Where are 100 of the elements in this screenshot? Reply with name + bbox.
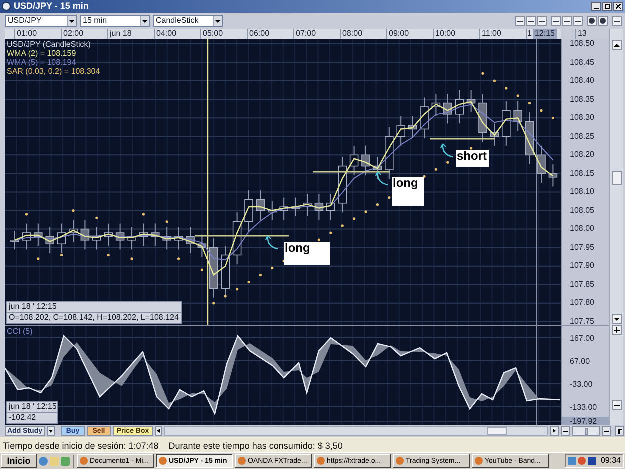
price-label: 108.10: [570, 188, 594, 196]
candle: [420, 97, 429, 139]
cci-axis-label: -33.00: [569, 380, 594, 390]
candle: [244, 190, 254, 232]
candle: [466, 90, 476, 114]
window-title: USD/JPY - 15 min: [14, 2, 89, 11]
candle: [46, 226, 54, 254]
restore-icon[interactable]: [602, 2, 612, 11]
candle: [396, 116, 406, 146]
status-text: Durante este tiempo has consumido: $ 3,50: [168, 442, 343, 451]
interval-select[interactable]: 15 min: [80, 15, 150, 27]
annotation-label: long: [284, 242, 330, 265]
candle: [92, 226, 102, 250]
candle: [385, 126, 394, 180]
cursor-value-label: -197.92: [562, 417, 609, 425]
dropdown-caret-icon: [69, 20, 75, 22]
ohlc-values: O=108.202, C=108.142, H=108.202, L=108.124: [7, 312, 181, 323]
price-label: 108.00: [570, 225, 594, 234]
curved-arrow-icon: [440, 143, 454, 159]
minimize-icon[interactable]: [591, 2, 601, 11]
annotation-label: long: [392, 177, 424, 206]
circle-icon[interactable]: [598, 16, 608, 26]
candle: [128, 226, 136, 250]
dropdown-caret-icon[interactable]: [47, 426, 55, 436]
cci-value: -102.42: [7, 412, 57, 423]
candle: [198, 234, 207, 258]
zoom-out-icon[interactable]: [561, 426, 570, 436]
legend-text: USD/JPY (CandleStick): [7, 41, 92, 49]
price-label: 108.50: [570, 40, 594, 48]
scroll-thumb[interactable]: [612, 171, 622, 185]
app-icon: [317, 457, 325, 465]
candle: [280, 197, 288, 221]
candle: [151, 223, 160, 246]
candle: [373, 156, 382, 180]
price-label: 107.90: [570, 262, 594, 270]
candle: [57, 223, 66, 254]
candle: [432, 94, 441, 117]
close-icon[interactable]: [613, 2, 623, 11]
zoom-out-icon[interactable]: [612, 400, 622, 410]
price-label: 108.15: [570, 170, 594, 178]
candle: [514, 100, 522, 132]
candle: [10, 230, 20, 250]
candle: [350, 145, 359, 176]
candle: [362, 145, 370, 176]
app-icon: [396, 457, 404, 465]
scroll-right-icon[interactable]: [550, 426, 559, 436]
vertical-scrollbar[interactable]: [609, 29, 623, 425]
start-button[interactable]: Inicio: [1, 454, 37, 468]
price-label: 108.45: [570, 58, 594, 67]
circle-icon[interactable]: [587, 16, 597, 26]
candle: [80, 220, 90, 250]
app-icon: [238, 457, 246, 465]
scroll-down-icon[interactable]: [612, 314, 622, 324]
candle: [525, 112, 534, 165]
app-icon: [159, 457, 167, 465]
candle: [314, 194, 324, 221]
scroll-left-icon[interactable]: [155, 426, 162, 436]
dropdown-caret-icon: [215, 20, 221, 22]
candle: [303, 194, 312, 217]
price-label: 108.05: [570, 206, 594, 215]
chart-type-select[interactable]: CandleStick: [153, 15, 223, 27]
cci-label: CCI (5): [7, 328, 33, 336]
candle: [502, 100, 511, 146]
legend-text: WMA (2) = 108.159: [7, 50, 78, 58]
level-line: [430, 138, 495, 140]
curved-arrow-icon: [375, 171, 389, 187]
price-label: 108.40: [570, 77, 594, 86]
legend-text: SAR (0.03, 0.2) = 108.304: [7, 68, 100, 76]
tray-app-icon[interactable]: [588, 457, 596, 465]
dropdown-caret-icon: [142, 20, 148, 22]
candle: [139, 223, 148, 246]
candle: [210, 238, 218, 298]
candle: [338, 156, 347, 214]
zoom-in-icon[interactable]: [602, 426, 611, 436]
candle: [291, 197, 300, 217]
zoom-in-icon[interactable]: [612, 325, 622, 335]
candle: [548, 164, 558, 188]
candle: [537, 145, 546, 184]
cci-axis-label: 167.00: [569, 334, 596, 344]
candle: [162, 226, 172, 250]
cci-axis-label: -133.00: [569, 403, 598, 413]
scroll-up-icon[interactable]: [612, 40, 622, 50]
app-icon: [475, 457, 483, 465]
candle: [186, 226, 195, 254]
candle: [408, 116, 418, 139]
price-label: 107.85: [570, 280, 594, 289]
lines-tool-icon[interactable]: [526, 16, 536, 26]
horizontal-scrollbar[interactable]: [164, 426, 548, 436]
legend-text: WMA (5) = 108.194: [7, 59, 78, 67]
price-label: 107.80: [570, 299, 594, 308]
zoom-slider-thumb[interactable]: [585, 428, 588, 435]
price-label: 108.35: [570, 96, 594, 104]
price-label: 108.30: [570, 114, 594, 122]
candle: [256, 190, 266, 221]
instrument-select[interactable]: USD/JPY: [5, 15, 77, 27]
cci-axis-label: 67.00: [569, 357, 592, 367]
cursor-time-label: 12:15: [532, 29, 557, 39]
app-icon: [80, 457, 88, 465]
app-icon: [2, 2, 11, 11]
shield-icon[interactable]: [578, 457, 586, 465]
